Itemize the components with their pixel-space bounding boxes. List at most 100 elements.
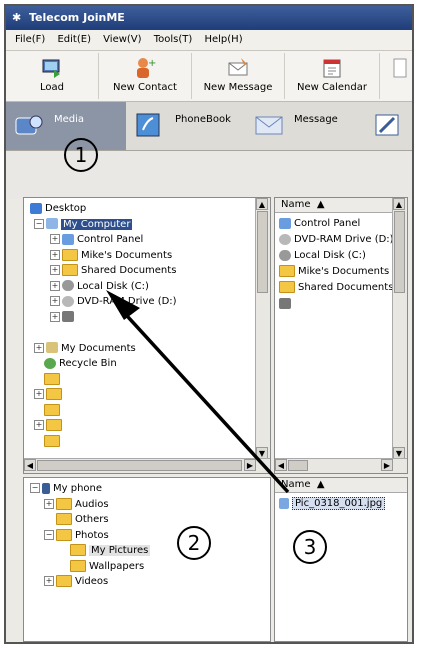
list-item[interactable]: Mike's Documents — [279, 264, 394, 280]
new-calendar-icon — [323, 59, 341, 78]
network-icon — [279, 297, 291, 309]
tree-item-videos[interactable]: + Videos — [30, 574, 150, 590]
expand-icon[interactable]: + — [50, 249, 60, 260]
tree-item-my-pictures[interactable]: My Pictures — [30, 543, 151, 559]
tab-calendar[interactable] — [365, 102, 412, 150]
horizontal-scrollbar[interactable]: ◀ ▶ — [275, 458, 407, 473]
scroll-thumb[interactable] — [288, 460, 308, 471]
collapse-icon[interactable]: − — [30, 483, 40, 493]
more-toolbar-button[interactable] — [380, 53, 412, 99]
tree-folder[interactable]: + — [30, 387, 177, 403]
tree-item-shared-documents[interactable]: + Shared Documents — [30, 263, 177, 279]
computer-file-list: Control Panel DVD-RAM Drive (D:) Local D… — [279, 216, 394, 312]
tree-folder[interactable] — [30, 434, 177, 450]
new-message-button[interactable]: New Message — [192, 53, 285, 99]
horizontal-scrollbar[interactable]: ◀ ▶ — [24, 458, 270, 473]
expand-icon[interactable]: + — [50, 311, 60, 322]
scroll-up-icon[interactable]: ▲ — [393, 198, 405, 210]
menu-edit[interactable]: Edit(E) — [57, 34, 91, 45]
folder-icon — [279, 265, 295, 277]
tree-item-my-documents[interactable]: + My Documents — [30, 341, 177, 357]
expand-icon[interactable]: + — [50, 265, 60, 275]
tree-item-control-panel[interactable]: + Control Panel — [30, 232, 177, 248]
list-item[interactable] — [279, 296, 394, 312]
desktop-icon — [30, 202, 42, 214]
phone-file-list: Pic_0318_001.jpg — [279, 496, 386, 512]
tree-item-local-disk[interactable]: + Local Disk (C:) — [30, 279, 177, 295]
tree-item-others[interactable]: Others — [30, 512, 150, 528]
folder-icon — [46, 419, 62, 431]
expand-icon[interactable]: + — [50, 280, 60, 291]
app-window: ✱ Telecom JoinME File(F) Edit(E) View(V) … — [4, 4, 414, 644]
scroll-right-icon[interactable]: ▶ — [381, 459, 393, 471]
phone-icon — [42, 482, 50, 494]
scroll-left-icon[interactable]: ◀ — [275, 459, 287, 471]
disk-icon — [62, 280, 74, 291]
expand-icon[interactable]: + — [34, 342, 44, 353]
folder-icon — [56, 497, 72, 510]
tree-item-audios[interactable]: + Audios — [30, 497, 150, 513]
expand-icon[interactable]: + — [50, 234, 60, 244]
new-contact-button[interactable]: + New Contact — [99, 53, 192, 99]
scroll-left-icon[interactable]: ◀ — [24, 459, 36, 471]
folder-icon — [70, 559, 86, 572]
name-column-header[interactable]: Name ▲ — [275, 198, 407, 213]
tree-item-my-phone[interactable]: − My phone — [30, 481, 150, 497]
tree-folder[interactable]: + — [30, 418, 177, 434]
tree-item-wallpapers[interactable]: Wallpapers — [30, 559, 150, 575]
tree-item-my-computer[interactable]: − My Computer — [30, 217, 177, 233]
list-item[interactable]: Shared Documents — [279, 280, 394, 296]
tree-item-photos[interactable]: − Photos — [30, 528, 150, 544]
tree-folder[interactable] — [30, 403, 177, 419]
scroll-thumb[interactable] — [257, 211, 268, 293]
expand-icon[interactable]: + — [50, 296, 60, 306]
recycle-bin-icon — [44, 357, 56, 369]
menu-bar: File(F) Edit(E) View(V) Tools(T) Help(H) — [6, 30, 412, 51]
scroll-thumb[interactable] — [394, 211, 405, 293]
tree-item-network[interactable]: + — [30, 310, 177, 326]
tree-item-desktop[interactable]: Desktop — [30, 201, 177, 217]
control-panel-icon — [279, 217, 291, 229]
tree-item-mikes-documents[interactable]: + Mike's Documents — [30, 248, 177, 264]
menu-file[interactable]: File(F) — [15, 34, 45, 45]
tree-folder[interactable] — [30, 372, 177, 388]
tab-message[interactable]: Message — [246, 102, 364, 150]
list-item[interactable]: Control Panel — [279, 216, 394, 232]
tree-item-recycle-bin[interactable]: Recycle Bin — [30, 356, 177, 372]
folder-icon — [46, 388, 62, 400]
scroll-right-icon[interactable]: ▶ — [244, 459, 256, 471]
vertical-scrollbar[interactable]: ▲ ▼ — [392, 198, 407, 473]
sort-ascending-icon: ▲ — [316, 199, 325, 210]
list-item[interactable]: DVD-RAM Drive (D:) — [279, 232, 394, 248]
list-item[interactable]: Local Disk (C:) — [279, 248, 394, 264]
name-column-header[interactable]: Name ▲ — [275, 478, 407, 493]
expand-icon[interactable]: + — [44, 498, 54, 509]
phone-list-pane: Name ▲ Pic_0318_001.jpg — [274, 477, 408, 642]
callout-2: 2 — [177, 526, 211, 560]
menu-view[interactable]: View(V) — [103, 34, 141, 45]
dvd-icon — [279, 233, 291, 245]
menu-tools[interactable]: Tools(T) — [154, 34, 193, 45]
window-title: Telecom JoinME — [29, 11, 125, 24]
folder-icon — [56, 528, 72, 541]
scroll-thumb[interactable] — [37, 460, 242, 471]
title-bar: ✱ Telecom JoinME — [6, 6, 412, 30]
sort-ascending-icon: ▲ — [316, 479, 325, 490]
callout-1: 1 — [64, 138, 98, 172]
tree-item-dvd-drive[interactable]: + DVD-RAM Drive (D:) — [30, 294, 177, 310]
folder-icon — [56, 513, 72, 525]
collapse-icon[interactable]: − — [34, 218, 44, 229]
expand-icon[interactable]: + — [44, 576, 54, 586]
new-calendar-button[interactable]: New Calendar — [285, 53, 380, 99]
tab-phonebook[interactable]: PhoneBook — [127, 102, 245, 150]
folder-open-icon — [70, 544, 86, 556]
calendar-icon — [375, 114, 399, 136]
vertical-scrollbar[interactable]: ▲ ▼ — [255, 198, 270, 473]
load-button[interactable]: Load — [6, 53, 99, 99]
scroll-up-icon[interactable]: ▲ — [256, 198, 268, 210]
tab-media[interactable]: Media — [6, 102, 126, 150]
list-item[interactable]: Pic_0318_001.jpg — [279, 496, 386, 512]
menu-help[interactable]: Help(H) — [204, 34, 242, 45]
collapse-icon[interactable]: − — [44, 529, 54, 540]
folder-icon — [62, 264, 78, 276]
